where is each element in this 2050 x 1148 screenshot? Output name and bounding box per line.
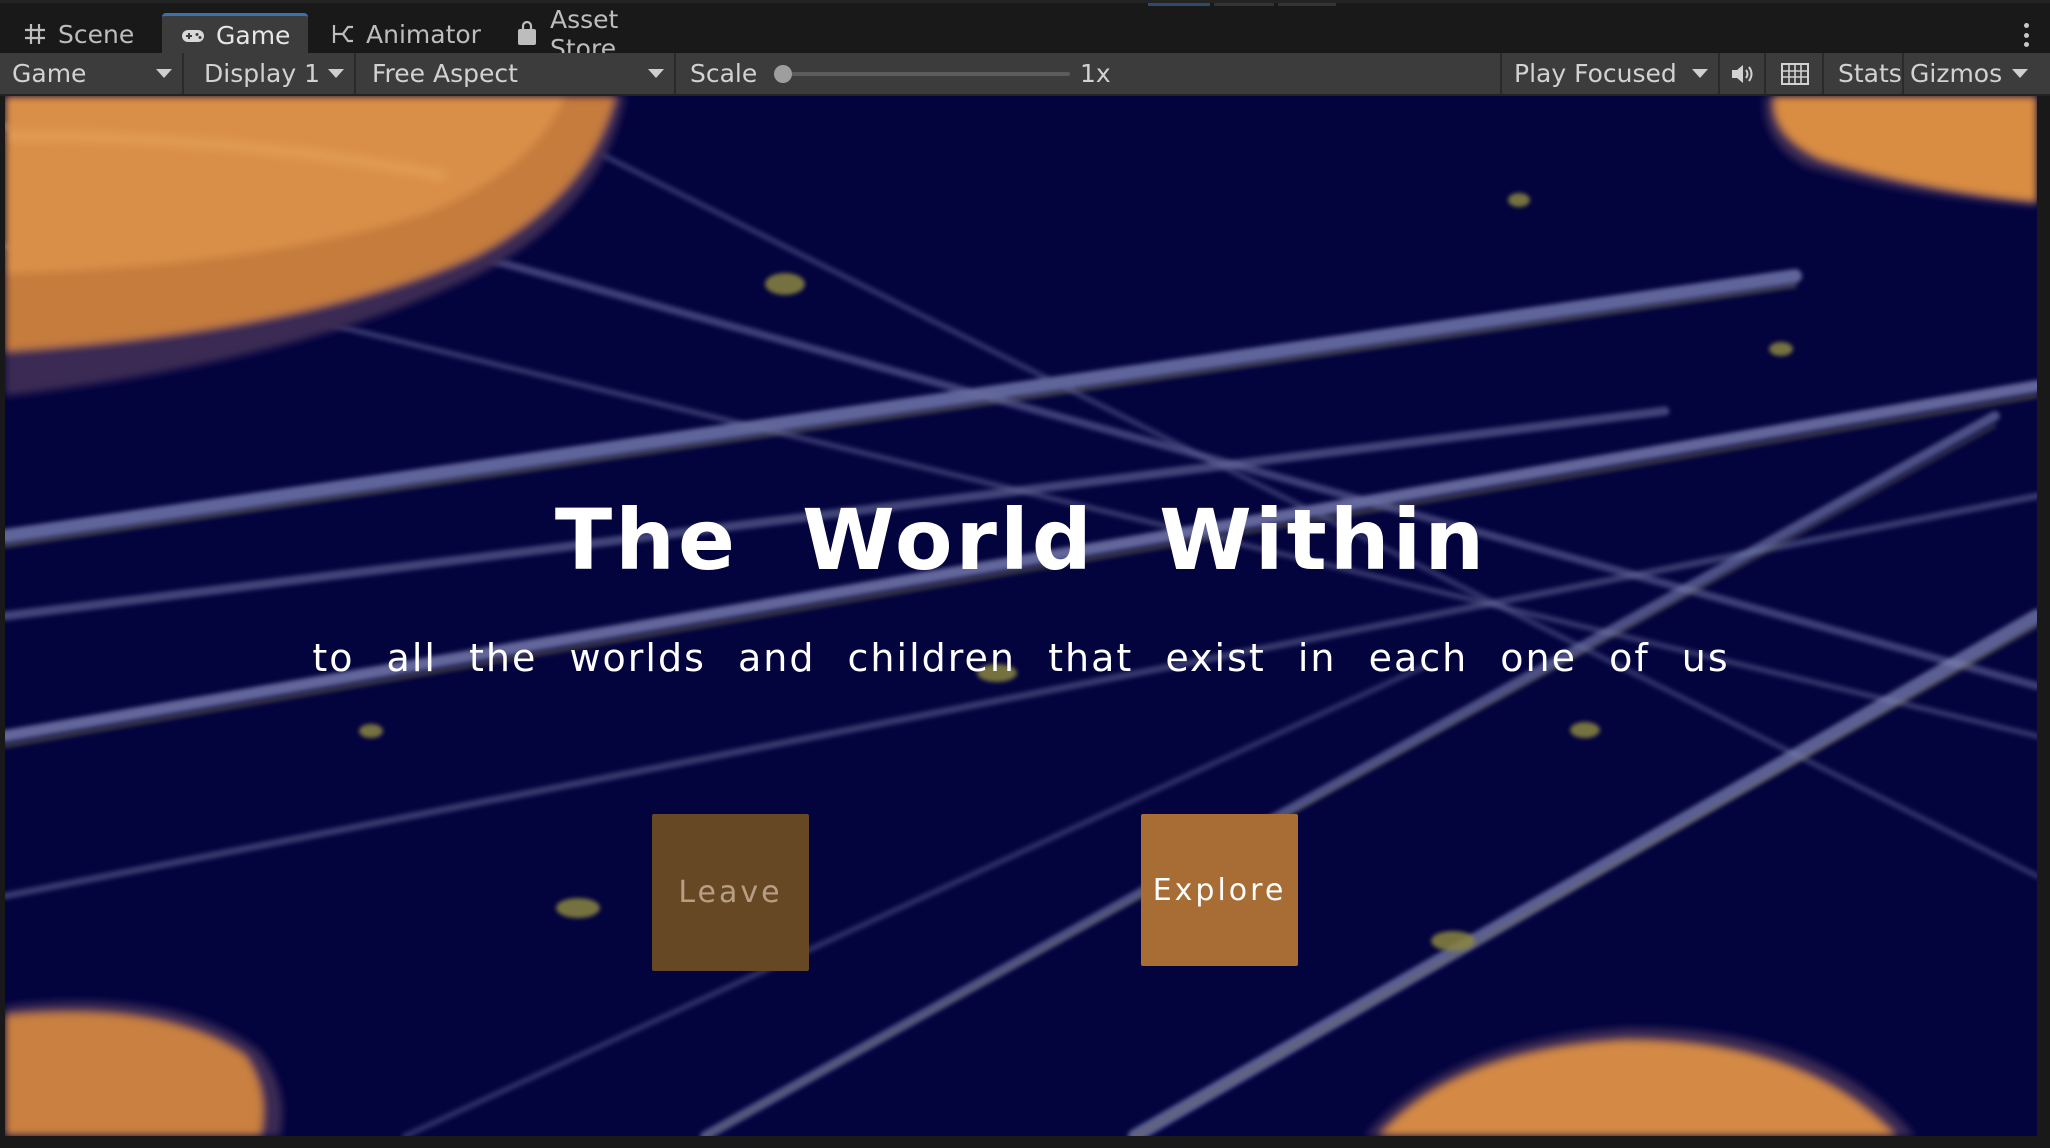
planet-top-left — [5, 96, 625, 396]
more-options-icon[interactable] — [2022, 23, 2030, 47]
tab-animator[interactable]: Animator — [312, 13, 492, 55]
unity-editor-window: Scene Game Animator Asset Store Game Dis… — [0, 0, 2050, 1148]
scale-value: 1x — [1080, 59, 1111, 88]
planet-bottom-right — [1365, 1027, 1915, 1136]
display-value: Display 1 — [204, 59, 321, 88]
grid-icon — [1781, 62, 1809, 85]
game-toolbar: Game Display 1 Free Aspect Scale 1x Play… — [0, 53, 2050, 96]
aspect-dropdown[interactable]: Free Aspect — [360, 53, 676, 94]
planet-bottom-left — [5, 1001, 283, 1136]
chevron-down-icon — [156, 69, 172, 78]
animator-icon — [330, 21, 356, 47]
scale-label: Scale — [690, 59, 758, 88]
tab-animator-label: Animator — [366, 19, 481, 49]
top-indicator-3 — [1278, 3, 1336, 6]
tab-game-label: Game — [216, 21, 291, 50]
tab-game[interactable]: Game — [162, 13, 308, 55]
play-mode-value: Play Focused — [1514, 59, 1677, 88]
chevron-down-icon — [648, 69, 664, 78]
shopping-bag-icon — [514, 21, 540, 47]
aspect-value: Free Aspect — [372, 59, 518, 88]
explore-button[interactable]: Explore — [1141, 814, 1298, 966]
tab-asset-store[interactable]: Asset Store — [496, 5, 696, 63]
gamepad-icon — [180, 23, 206, 49]
explore-button-label: Explore — [1152, 872, 1287, 908]
leave-button-label: Leave — [678, 875, 783, 910]
planet-top-right — [1764, 96, 2037, 206]
play-mode-dropdown[interactable]: Play Focused — [1500, 53, 1720, 94]
stats-button[interactable]: Stats — [1826, 53, 1904, 94]
gizmos-label: Gizmos — [1910, 59, 2003, 88]
tab-scene[interactable]: Scene — [4, 13, 158, 55]
scale-slider-thumb[interactable] — [774, 65, 792, 83]
leave-button[interactable]: Leave — [652, 814, 809, 971]
hash-grid-icon — [22, 21, 48, 47]
game-title: The World Within — [554, 491, 1488, 589]
mute-audio-button[interactable] — [1722, 53, 1766, 94]
chevron-down-icon — [1692, 69, 1708, 78]
tab-bar: Scene Game Animator Asset Store — [0, 0, 2050, 63]
scale-control: Scale 1x — [680, 53, 1500, 94]
stats-grid-button[interactable] — [1768, 53, 1824, 94]
scale-slider[interactable] — [774, 65, 1070, 83]
view-mode-value: Game — [12, 59, 87, 88]
top-indicator-2 — [1214, 3, 1274, 6]
speaker-icon — [1730, 62, 1756, 86]
game-background — [5, 96, 2037, 1136]
chevron-down-icon — [2012, 69, 2028, 78]
top-indicator-1 — [1148, 3, 1210, 6]
chevron-down-icon — [328, 69, 344, 78]
game-subtitle: to all the worlds and children that exis… — [312, 636, 1730, 680]
display-dropdown[interactable]: Display 1 — [192, 53, 356, 94]
game-viewport[interactable]: The World Within to all the worlds and c… — [5, 96, 2037, 1136]
tab-scene-label: Scene — [58, 19, 135, 49]
view-mode-dropdown[interactable]: Game — [0, 53, 184, 94]
gizmos-dropdown[interactable]: Gizmos — [1906, 53, 2036, 94]
stats-label: Stats — [1838, 59, 1902, 88]
